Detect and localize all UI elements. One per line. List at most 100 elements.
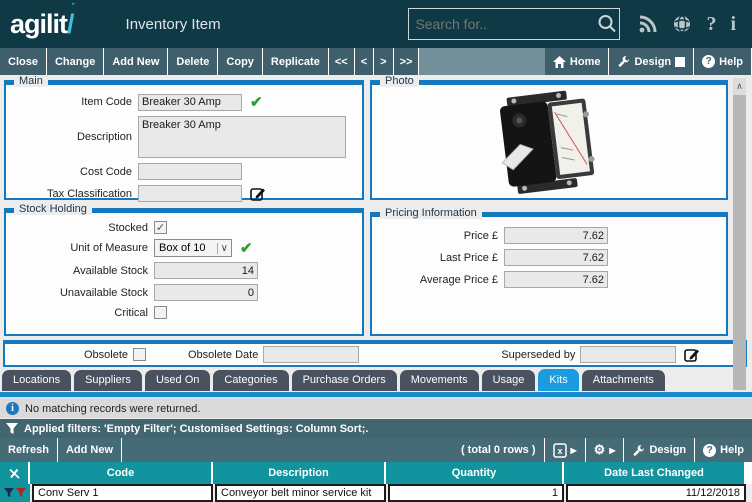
description-textarea[interactable]: Breaker 30 Amp bbox=[138, 116, 346, 158]
change-button[interactable]: Change bbox=[47, 48, 104, 75]
table-row[interactable]: Conv Serv 1 Conveyor belt minor service … bbox=[0, 484, 752, 502]
pricing-fieldset: Pricing Information Price £ Last Price £… bbox=[370, 212, 728, 336]
stocked-checkbox[interactable]: ✓ bbox=[154, 221, 167, 234]
close-button[interactable]: Close bbox=[0, 48, 47, 75]
price-input[interactable] bbox=[504, 227, 608, 244]
edit-column-header[interactable] bbox=[0, 462, 30, 484]
item-code-input[interactable] bbox=[138, 94, 242, 111]
grid-toolbar: Refresh Add New ( total 0 rows ) x ▶ ⚙ ▶… bbox=[0, 438, 752, 462]
filter-funnel-icon bbox=[6, 423, 18, 435]
column-header-date-last-changed[interactable]: Date Last Changed bbox=[564, 462, 744, 484]
replicate-button[interactable]: Replicate bbox=[263, 48, 329, 75]
design-button[interactable]: Design bbox=[609, 48, 694, 75]
superseded-edit-icon[interactable] bbox=[684, 347, 700, 363]
home-button[interactable]: Home bbox=[545, 48, 610, 75]
unavailable-stock-label: Unavailable Stock bbox=[6, 287, 154, 299]
question-icon[interactable]: ? bbox=[706, 13, 716, 36]
tab-suppliers[interactable]: Suppliers bbox=[74, 370, 142, 391]
row-filter-icons-cell[interactable] bbox=[0, 484, 30, 502]
tab-categories[interactable]: Categories bbox=[213, 370, 288, 391]
tab-used-on[interactable]: Used On bbox=[145, 370, 210, 391]
scrollbar-up-button[interactable]: ∧ bbox=[733, 78, 746, 95]
grid-design-button[interactable]: Design bbox=[624, 438, 695, 462]
copy-button[interactable]: Copy bbox=[218, 48, 263, 75]
help-label: Help bbox=[719, 56, 743, 68]
unit-of-measure-select[interactable]: Box of 10 ∨ bbox=[154, 239, 232, 257]
info-circle-icon: i bbox=[6, 402, 19, 415]
toolbar-spacer bbox=[419, 48, 544, 75]
obsolete-strip: Obsolete Obsolete Date Superseded by bbox=[3, 340, 747, 367]
cell-description[interactable]: Conveyor belt minor service kit bbox=[215, 484, 386, 502]
grid-info-message: No matching records were returned. bbox=[25, 403, 200, 415]
export-menu-arrow-icon: ▶ bbox=[571, 446, 577, 455]
column-header-quantity[interactable]: Quantity bbox=[386, 462, 564, 484]
app-header: agilit/ Inventory Item ? i bbox=[0, 0, 752, 48]
rss-icon[interactable] bbox=[638, 14, 658, 34]
tax-edit-icon[interactable] bbox=[250, 186, 266, 202]
vertical-scrollbar[interactable]: ∧ bbox=[733, 78, 746, 390]
tab-usage[interactable]: Usage bbox=[482, 370, 536, 391]
refresh-button[interactable]: Refresh bbox=[0, 438, 58, 462]
critical-checkbox[interactable] bbox=[154, 306, 167, 319]
uom-valid-check-icon: ✔ bbox=[240, 239, 253, 257]
main-toolbar: Close Change Add New Delete Copy Replica… bbox=[0, 48, 752, 75]
stock-holding-fieldset: Stock Holding Stocked ✓ Unit of Measure … bbox=[4, 208, 364, 336]
next-record-button[interactable]: > bbox=[374, 48, 393, 75]
column-header-code[interactable]: Code bbox=[30, 462, 213, 484]
grid-settings-button[interactable]: ⚙ ▶ bbox=[586, 438, 625, 462]
available-stock-input[interactable] bbox=[154, 262, 258, 279]
tab-kits[interactable]: Kits bbox=[538, 369, 578, 391]
unavailable-stock-input[interactable] bbox=[154, 284, 258, 301]
search-icon[interactable] bbox=[596, 13, 618, 35]
column-header-description[interactable]: Description bbox=[213, 462, 386, 484]
last-record-button[interactable]: >> bbox=[394, 48, 420, 75]
tab-purchase-orders[interactable]: Purchase Orders bbox=[292, 370, 397, 391]
cost-code-input[interactable] bbox=[138, 163, 242, 180]
tab-locations[interactable]: Locations bbox=[2, 370, 71, 391]
grid-add-new-button[interactable]: Add New bbox=[58, 438, 122, 462]
agility-logo: agilit/ bbox=[10, 9, 74, 40]
grid-wrench-icon bbox=[632, 444, 645, 457]
item-code-label: Item Code bbox=[6, 96, 138, 108]
stocked-label: Stocked bbox=[6, 222, 154, 234]
tab-attachments[interactable]: Attachments bbox=[582, 370, 665, 391]
superseded-by-input[interactable] bbox=[580, 346, 676, 363]
available-stock-label: Available Stock bbox=[6, 265, 154, 277]
last-price-input[interactable] bbox=[504, 249, 608, 266]
applied-filters-text: Applied filters: 'Empty Filter'; Customi… bbox=[24, 423, 368, 435]
search-box[interactable] bbox=[408, 8, 620, 40]
obsolete-date-input[interactable] bbox=[263, 346, 359, 363]
tab-movements[interactable]: Movements bbox=[400, 370, 479, 391]
last-price-label: Last Price £ bbox=[372, 252, 504, 264]
help-button[interactable]: ? Help bbox=[694, 48, 752, 75]
obsolete-checkbox[interactable] bbox=[133, 348, 146, 361]
delete-button[interactable]: Delete bbox=[168, 48, 218, 75]
home-icon bbox=[553, 56, 566, 68]
design-toggle-square[interactable] bbox=[675, 57, 685, 67]
grid-help-icon: ? bbox=[703, 444, 716, 457]
grid-help-button[interactable]: ? Help bbox=[695, 438, 752, 462]
obsolete-label: Obsolete bbox=[5, 349, 133, 361]
tax-classification-label: Tax Classification bbox=[6, 188, 138, 200]
export-excel-button[interactable]: x ▶ bbox=[545, 438, 586, 462]
settings-menu-arrow-icon: ▶ bbox=[609, 446, 615, 455]
wrench-icon bbox=[617, 55, 630, 68]
photo-fieldset: Photo bbox=[370, 80, 728, 200]
main-fieldset: Main Item Code ✔ Description Breaker 30 … bbox=[4, 80, 364, 200]
info-icon[interactable]: i bbox=[730, 13, 736, 36]
circuit-breaker-image bbox=[474, 89, 624, 194]
globe-icon[interactable] bbox=[672, 14, 692, 34]
average-price-input[interactable] bbox=[504, 271, 608, 288]
stock-holding-legend: Stock Holding bbox=[14, 203, 92, 215]
item-photo bbox=[372, 85, 726, 198]
svg-text:x: x bbox=[557, 446, 562, 456]
cell-quantity[interactable]: 1 bbox=[388, 484, 564, 502]
cell-code[interactable]: Conv Serv 1 bbox=[32, 484, 213, 502]
tax-classification-input[interactable] bbox=[138, 185, 242, 202]
cell-date-last-changed[interactable]: 11/12/2018 bbox=[566, 484, 746, 502]
cost-code-label: Cost Code bbox=[6, 166, 138, 178]
search-input[interactable] bbox=[415, 16, 596, 32]
first-record-button[interactable]: << bbox=[329, 48, 355, 75]
add-new-button[interactable]: Add New bbox=[104, 48, 168, 75]
prev-record-button[interactable]: < bbox=[355, 48, 374, 75]
